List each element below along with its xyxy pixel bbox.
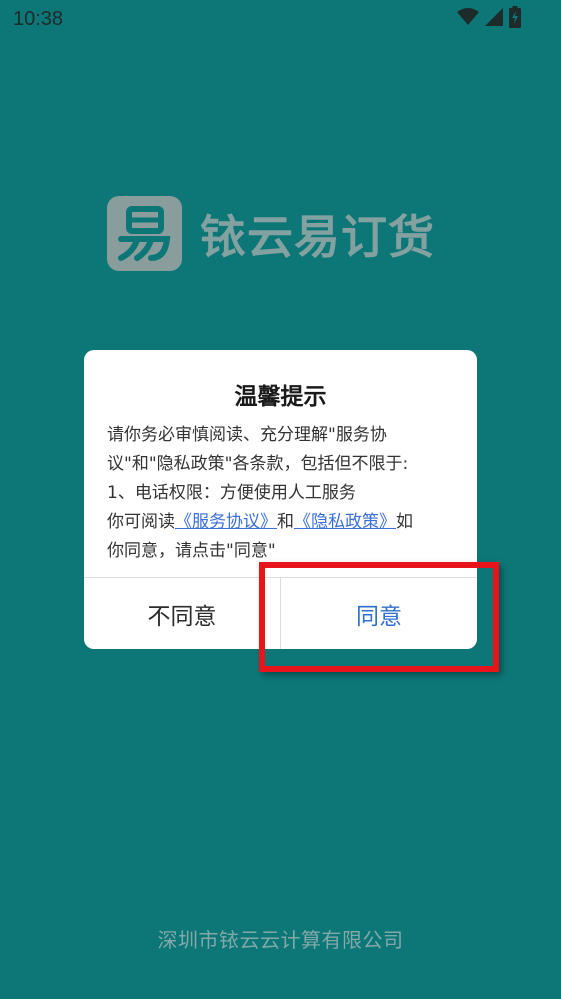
agree-button[interactable]: 同意 bbox=[281, 578, 477, 649]
battery-charging-icon bbox=[509, 6, 521, 28]
app-name: 铱云易订货 bbox=[200, 209, 435, 264]
privacy-dialog: 温馨提示 请你务必审慎阅读、充分理解"服务协 议"和"隐私政策"各条款，包括但不… bbox=[84, 350, 477, 649]
status-bar: 10:38 bbox=[0, 0, 561, 40]
wifi-icon bbox=[457, 8, 479, 26]
dialog-links-line: 你可阅读《服务协议》和《隐私政策》如 bbox=[107, 508, 457, 537]
service-agreement-link[interactable]: 《服务协议》 bbox=[175, 512, 277, 532]
dialog-text: 如 bbox=[396, 512, 413, 532]
status-icons bbox=[457, 6, 521, 28]
dialog-text-line: 1、电话权限：方便使用人工服务 bbox=[107, 483, 356, 503]
signal-icon bbox=[485, 8, 503, 26]
dialog-text-line: 请你务必审慎阅读、充分理解"服务协 bbox=[107, 425, 387, 445]
privacy-policy-link[interactable]: 《隐私政策》 bbox=[294, 512, 396, 532]
dialog-text: 和 bbox=[277, 512, 294, 532]
status-time: 10:38 bbox=[13, 8, 64, 30]
company-name: 深圳市铱云云计算有限公司 bbox=[157, 928, 404, 952]
dialog-text-line: 你同意，请点击"同意" bbox=[107, 541, 276, 561]
app-logo-header: 铱云易订货 bbox=[107, 196, 435, 271]
app-logo-icon bbox=[107, 196, 182, 271]
dialog-text-line: 议"和"隐私政策"各条款，包括但不限于: bbox=[107, 454, 409, 474]
dialog-text: 你可阅读 bbox=[107, 512, 175, 532]
dialog-title: 温馨提示 bbox=[234, 384, 327, 410]
decline-button[interactable]: 不同意 bbox=[84, 578, 280, 649]
dialog-message: 请你务必审慎阅读、充分理解"服务协 议"和"隐私政策"各条款，包括但不限于: 1… bbox=[107, 421, 457, 566]
